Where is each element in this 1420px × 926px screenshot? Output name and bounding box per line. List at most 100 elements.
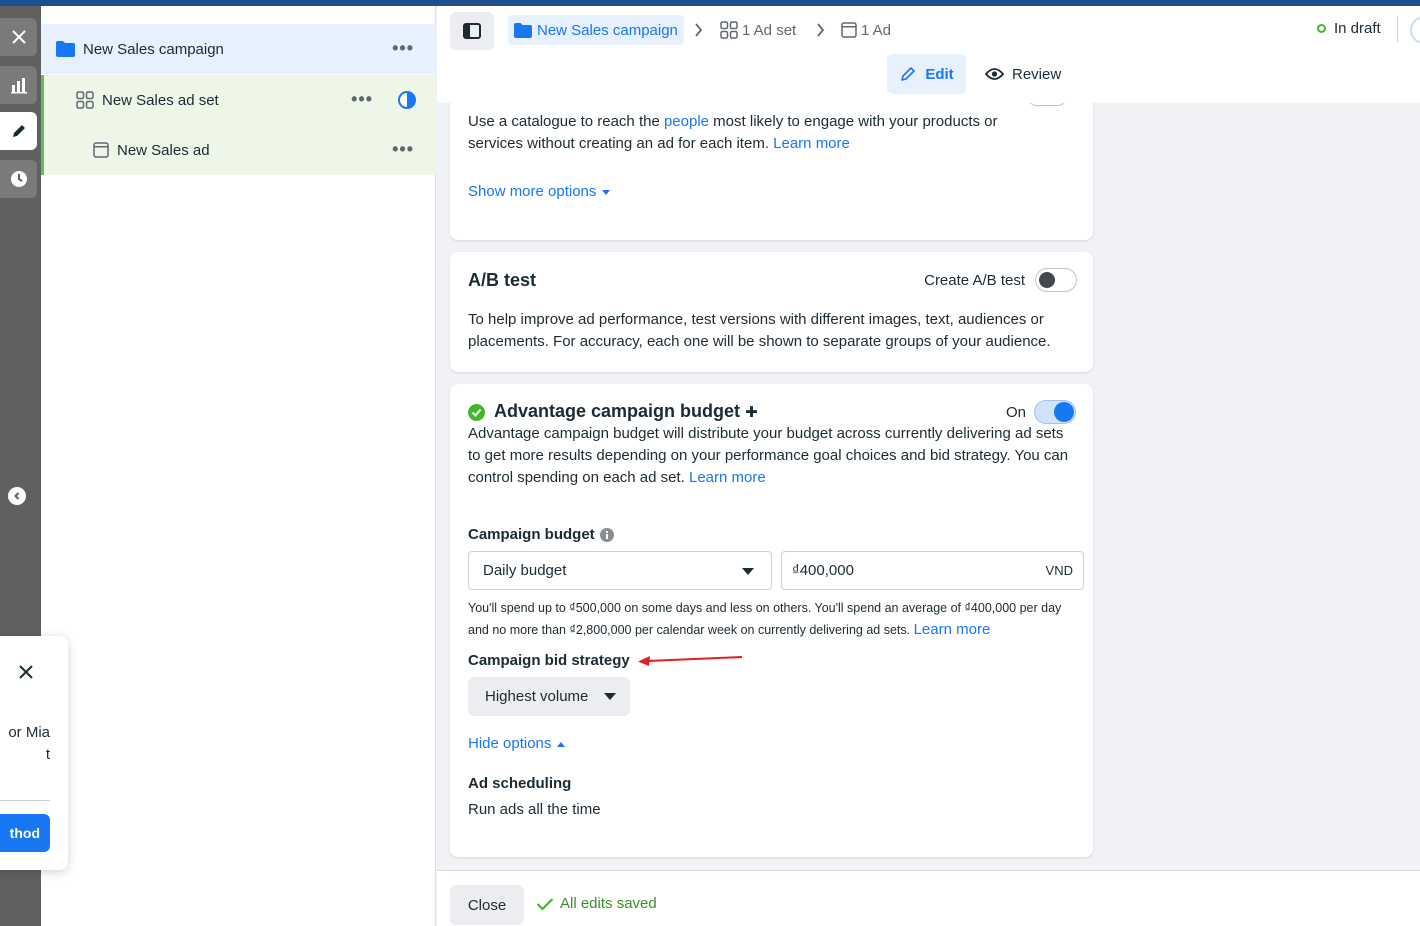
ab-test-card: A/B test Create A/B test To help improve…	[450, 252, 1093, 372]
editor-header: New Sales campaign 1 Ad set 1 Ad In draf…	[437, 6, 1420, 103]
review-mode-button[interactable]: Review	[985, 54, 1061, 94]
tree-item-label: New Sales campaign	[83, 40, 224, 58]
show-more-options-link[interactable]: Show more options	[468, 181, 611, 203]
header-divider	[1397, 16, 1398, 42]
ad-scheduling-label: Ad scheduling	[468, 775, 572, 792]
tree-item-adset[interactable]: New Sales ad set •••	[41, 75, 436, 125]
draft-status-label: In draft	[1334, 20, 1381, 37]
popup-action-button[interactable]: thod	[0, 814, 50, 852]
popup-text: or Mia t	[0, 722, 50, 766]
show-more-label: Show more options	[468, 183, 597, 200]
ab-test-toggle-label: Create A/B test	[924, 272, 1025, 289]
more-options-icon[interactable]: •••	[392, 38, 414, 59]
ab-test-title: A/B test	[468, 270, 537, 290]
caret-down-icon	[742, 568, 754, 575]
budget-toggle-label: On	[1006, 404, 1027, 421]
budget-amount-value: ₫400,000	[792, 562, 854, 579]
edit-mode-button[interactable]: Edit	[887, 54, 966, 94]
annotation-arrow	[638, 656, 743, 666]
learn-more-link[interactable]: Learn more	[689, 469, 766, 486]
tree-item-ad[interactable]: New Sales ad •••	[41, 125, 436, 175]
rail-history-button[interactable]	[0, 160, 37, 198]
grid-icon	[76, 91, 94, 109]
hide-options-link[interactable]: Hide options	[468, 733, 566, 755]
draft-status-dot	[1317, 24, 1326, 33]
learn-more-link[interactable]: Learn more	[914, 621, 991, 638]
info-icon[interactable]	[599, 527, 614, 542]
breadcrumb-label: 1 Ad set	[742, 21, 797, 39]
draft-status: In draft	[1317, 20, 1381, 37]
tree-item-label: New Sales ad	[117, 141, 210, 159]
chevron-right-icon	[817, 23, 825, 37]
eye-icon	[985, 68, 1004, 80]
partial-popup-dialog: or Mia t thod	[0, 636, 68, 870]
breadcrumb-label: New Sales campaign	[537, 21, 678, 39]
close-icon	[19, 665, 33, 679]
campaign-budget-label-text: Campaign budget	[468, 526, 595, 543]
advantage-budget-card: Advantage campaign budget ✚ On Advantage…	[450, 384, 1093, 857]
catalogue-text: Use a catalogue to reach the	[468, 113, 664, 130]
budget-description: Advantage campaign budget will distribut…	[468, 423, 1073, 489]
hide-options-label: Hide options	[468, 735, 552, 752]
caret-down-icon	[602, 189, 611, 195]
catalogue-card: Use a catalogue to reach the people most…	[450, 86, 1093, 240]
pencil-icon	[12, 125, 25, 137]
folder-icon	[514, 22, 532, 38]
more-options-icon[interactable]: •••	[351, 89, 373, 110]
people-link[interactable]: people	[664, 113, 709, 130]
close-button[interactable]: Close	[450, 885, 524, 925]
check-circle-icon	[468, 404, 485, 421]
bid-strategy-value: Highest volume	[485, 688, 589, 705]
learn-more-link[interactable]: Learn more	[773, 135, 850, 152]
rail-close-button[interactable]	[0, 18, 37, 56]
currency-label: VND	[1045, 563, 1073, 578]
folder-icon	[56, 41, 75, 57]
budget-type-value: Daily budget	[483, 562, 567, 579]
clock-icon	[10, 171, 27, 187]
save-status-label: All edits saved	[560, 895, 657, 912]
caret-up-icon	[557, 741, 566, 747]
bid-strategy-dropdown[interactable]: Highest volume	[468, 677, 630, 716]
pencil-icon	[901, 67, 916, 81]
collapse-rail-button[interactable]	[8, 487, 26, 505]
budget-title: Advantage campaign budget ✚	[494, 401, 758, 422]
header-edge-button[interactable]	[1410, 16, 1420, 44]
rail-edit-button[interactable]	[0, 112, 37, 150]
budget-title-text: Advantage campaign budget	[494, 401, 741, 421]
rail-reporting-button[interactable]	[0, 66, 37, 104]
budget-type-dropdown[interactable]: Daily budget	[468, 551, 772, 590]
catalogue-description: Use a catalogue to reach the people most…	[468, 111, 1008, 155]
breadcrumb-label: 1 Ad	[861, 21, 892, 39]
toggle-knob	[1039, 272, 1055, 288]
spend-note: You'll spend up to ₫500,000 on some days…	[468, 597, 1078, 641]
budget-description-text: Advantage campaign budget will distribut…	[468, 425, 1069, 486]
save-status: All edits saved	[536, 895, 657, 912]
budget-amount-input[interactable]: ₫400,000 VND	[781, 551, 1084, 590]
breadcrumb-ad[interactable]: 1 Ad	[841, 15, 891, 45]
breadcrumb-campaign[interactable]: New Sales campaign	[508, 15, 684, 45]
sidebar-icon	[463, 23, 481, 39]
ad-icon	[93, 142, 109, 158]
popup-close-button[interactable]	[18, 664, 34, 684]
popup-text-line: t	[45, 746, 50, 763]
bid-strategy-label: Campaign bid strategy	[468, 652, 630, 669]
campaign-tree-panel: New Sales campaign ••• New Sales ad set …	[41, 6, 436, 926]
edit-mode-label: Edit	[925, 65, 954, 83]
more-options-icon[interactable]: •••	[392, 139, 414, 160]
check-icon	[536, 897, 554, 911]
ad-scheduling-value: Run ads all the time	[468, 801, 601, 818]
advantage-budget-toggle[interactable]	[1034, 400, 1076, 424]
close-icon	[11, 30, 26, 44]
breadcrumb-adset[interactable]: 1 Ad set	[720, 15, 796, 45]
toggle-panel-button[interactable]	[450, 12, 494, 50]
popup-divider	[0, 800, 50, 801]
chevron-right-icon	[695, 23, 703, 37]
editor-footer: Close All edits saved	[437, 870, 1420, 926]
review-mode-label: Review	[1012, 65, 1062, 83]
ab-test-toggle[interactable]	[1035, 268, 1077, 292]
ad-icon	[841, 22, 857, 38]
grid-icon	[720, 21, 738, 39]
tree-item-campaign[interactable]: New Sales campaign •••	[41, 24, 436, 74]
advantage-plus-icon: ✚	[745, 404, 758, 421]
caret-down-icon	[604, 693, 616, 700]
